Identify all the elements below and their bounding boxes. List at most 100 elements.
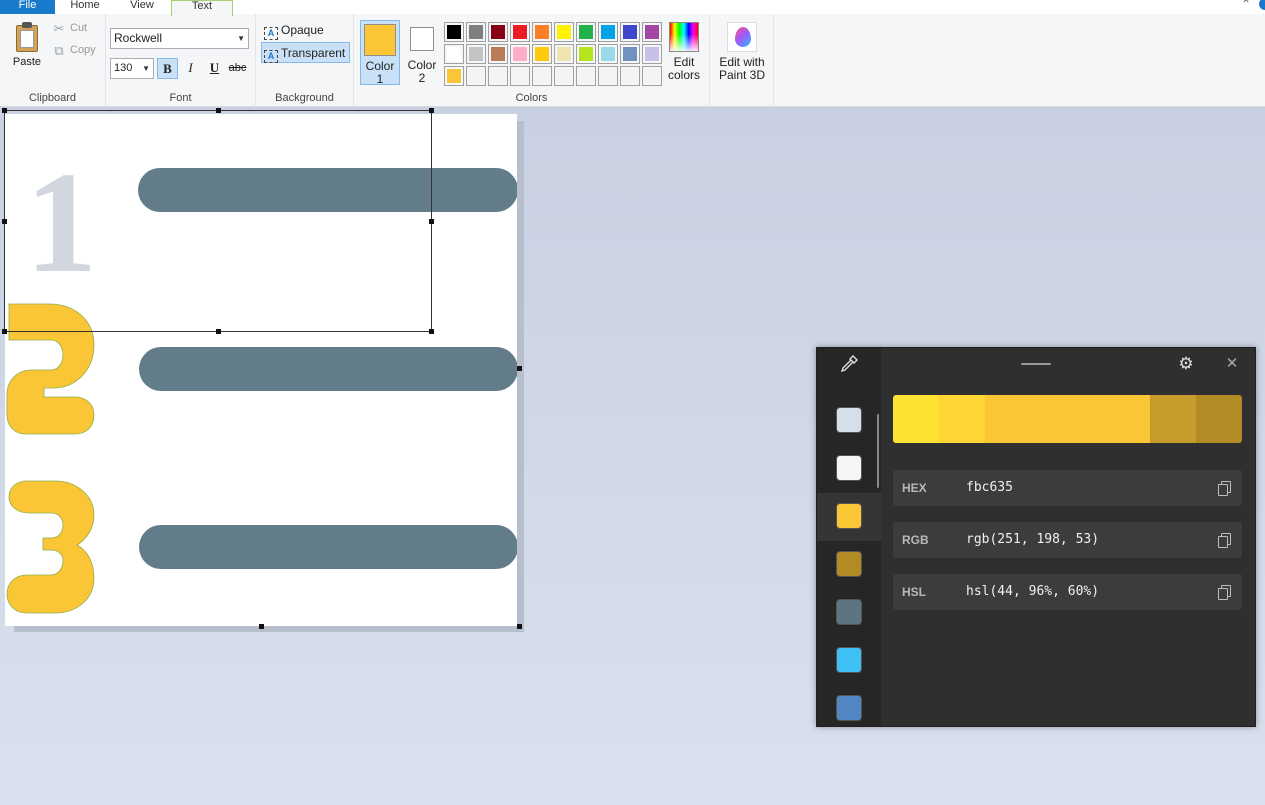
text-selection-box[interactable] [4,110,432,332]
copy-icon[interactable] [1218,533,1231,548]
transparent-button[interactable]: A Transparent [261,42,351,63]
tab-view[interactable]: View [115,0,169,14]
palette-swatch[interactable] [466,66,486,86]
shade-swatch[interactable] [1067,395,1150,443]
palette-swatch[interactable] [598,44,618,64]
history-swatch[interactable] [836,647,862,673]
shade-swatch[interactable] [1150,395,1196,443]
paint3d-label-2: Paint 3D [718,68,766,82]
edit-with-paint3d-button[interactable]: Edit with Paint 3D [712,22,772,82]
palette-swatch[interactable] [576,44,596,64]
collapse-ribbon-icon[interactable]: ⌃ [1241,0,1251,11]
gear-icon[interactable]: ⚙ [1176,354,1196,374]
shade-swatch[interactable] [985,395,1067,443]
resize-handle[interactable] [216,329,221,334]
palette-swatch[interactable] [642,22,662,42]
tab-home[interactable]: Home [58,0,112,14]
palette-swatch[interactable] [642,44,662,64]
shade-swatch[interactable] [893,395,939,443]
palette-swatch[interactable] [444,66,464,86]
palette-swatch[interactable] [532,66,552,86]
history-swatch[interactable] [836,407,862,433]
paste-button[interactable]: Paste [6,20,48,76]
opaque-button[interactable]: A Opaque [262,20,328,41]
palette-swatch[interactable] [576,22,596,42]
palette-swatch[interactable] [466,44,486,64]
eyedropper-icon[interactable] [839,354,859,374]
font-family-select[interactable]: Rockwell ▼ [110,28,249,49]
palette-swatch[interactable] [620,66,640,86]
tab-file[interactable]: File [0,0,55,14]
background-group: A Opaque A Transparent Background [256,14,354,107]
resize-handle[interactable] [429,108,434,113]
colors-group: Color 1 Color 2 Edit colors Colors [354,14,710,107]
edit-colors-button[interactable]: Edit colors [664,22,704,82]
drag-handle[interactable] [1021,363,1051,365]
history-swatch[interactable] [836,599,862,625]
palette-swatch-fill [513,47,527,61]
hsl-row[interactable]: HSL hsl(44, 96%, 60%) [893,574,1242,610]
palette-swatch[interactable] [510,66,530,86]
history-swatch[interactable] [836,695,862,721]
color-spectrum-icon [669,22,699,52]
rgb-row[interactable]: RGB rgb(251, 198, 53) [893,522,1242,558]
color2-button[interactable]: Color 2 [402,20,442,85]
help-icon[interactable] [1259,0,1265,10]
history-swatch[interactable] [836,455,862,481]
palette-swatch[interactable] [444,44,464,64]
palette-swatch[interactable] [488,66,508,86]
palette-swatch[interactable] [532,44,552,64]
shade-swatch[interactable] [939,395,985,443]
resize-handle[interactable] [2,108,7,113]
palette-swatch[interactable] [532,22,552,42]
color2-number: 2 [418,71,426,85]
palette-swatch[interactable] [554,44,574,64]
resize-handle[interactable] [2,219,7,224]
copy-icon[interactable] [1218,585,1231,600]
rgb-label: RGB [902,533,929,547]
close-icon[interactable]: ✕ [1222,354,1242,374]
palette-swatch[interactable] [466,22,486,42]
history-scrollbar[interactable] [877,414,879,488]
resize-handle[interactable] [2,329,7,334]
palette-swatch[interactable] [598,66,618,86]
canvas-resize-handle[interactable] [259,624,264,629]
palette-swatch-fill [579,25,593,39]
palette-swatch[interactable] [510,44,530,64]
palette-swatch[interactable] [642,66,662,86]
hex-value: fbc635 [966,480,1013,495]
palette-swatch[interactable] [488,22,508,42]
strikethrough-button[interactable]: abc [227,58,248,79]
palette-swatch-fill [491,25,505,39]
underline-button[interactable]: U [204,58,225,79]
palette-swatch[interactable] [620,22,640,42]
history-swatch[interactable] [836,551,862,577]
canvas-resize-handle[interactable] [517,624,522,629]
palette-swatch[interactable] [444,22,464,42]
copy-icon[interactable] [1218,481,1231,496]
palette-swatch[interactable] [554,66,574,86]
hex-row[interactable]: HEX fbc635 [893,470,1242,506]
palette-swatch-fill [447,25,461,39]
tab-text[interactable]: Text [171,0,233,16]
canvas-resize-handle[interactable] [517,366,522,371]
cut-button[interactable]: ✂ Cut [52,22,88,40]
palette-swatch[interactable] [620,44,640,64]
palette-swatch[interactable] [598,22,618,42]
italic-button[interactable]: I [180,58,201,79]
clipboard-group: Paste ✂ Cut ⧉ Copy Clipboard [0,14,106,107]
resize-handle[interactable] [429,219,434,224]
history-swatch[interactable] [836,503,862,529]
shade-swatch[interactable] [1196,395,1242,443]
palette-swatch-fill [491,47,505,61]
color1-button[interactable]: Color 1 [360,20,400,86]
resize-handle[interactable] [216,108,221,113]
bold-button[interactable]: B [157,58,178,79]
resize-handle[interactable] [429,329,434,334]
copy-button[interactable]: ⧉ Copy [52,44,95,62]
palette-swatch[interactable] [554,22,574,42]
font-size-select[interactable]: 130 ▼ [110,58,154,79]
palette-swatch[interactable] [488,44,508,64]
palette-swatch[interactable] [576,66,596,86]
palette-swatch[interactable] [510,22,530,42]
